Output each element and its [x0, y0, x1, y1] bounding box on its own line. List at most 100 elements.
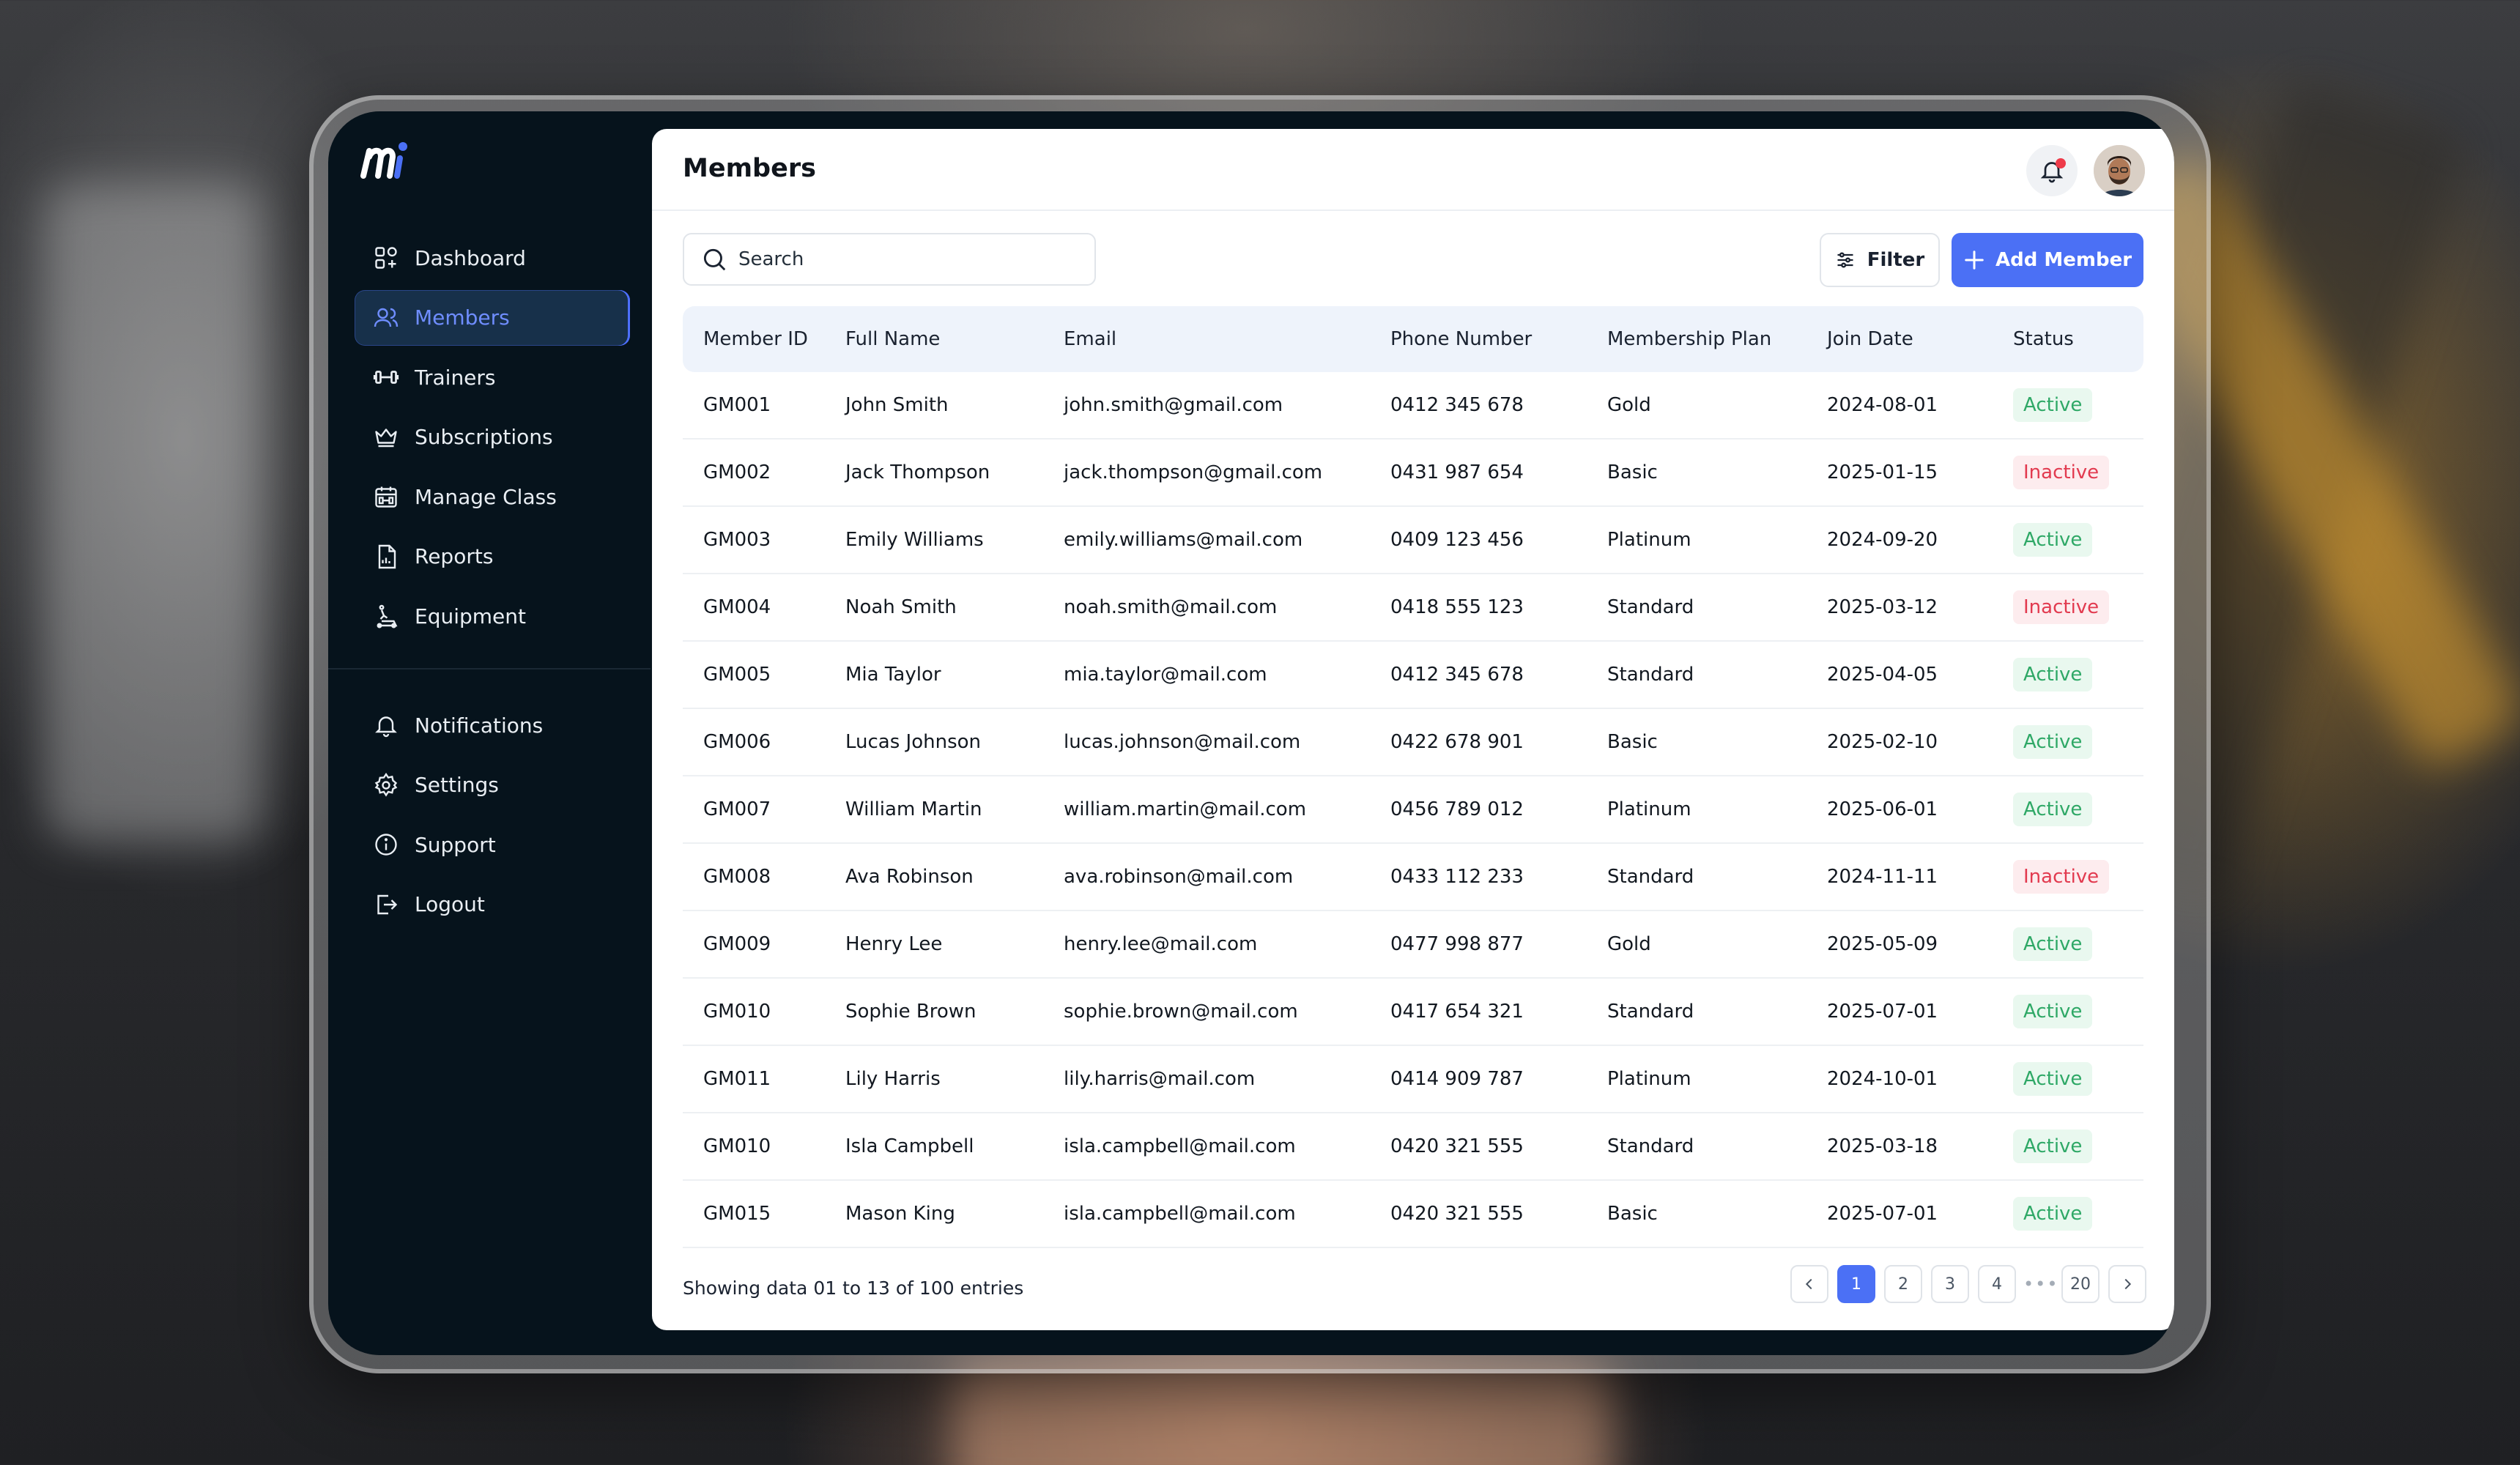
sidebar-item-subscriptions[interactable]: Subscriptions	[355, 409, 630, 465]
sidebar-item-trainers[interactable]: Trainers	[355, 349, 630, 405]
column-header-email[interactable]: Email	[1064, 328, 1390, 350]
dashboard-icon	[372, 244, 400, 272]
column-header-member-id[interactable]: Member ID	[683, 328, 845, 350]
column-header-join-date[interactable]: Join Date	[1827, 328, 2013, 350]
add-member-button[interactable]: Add Member	[1952, 233, 2143, 287]
column-header-status[interactable]: Status	[2013, 328, 2143, 350]
sidebar-item-label: Support	[415, 832, 496, 857]
plan-cell: Standard	[1607, 866, 1694, 888]
join-date-cell: 2025-01-15	[1827, 461, 1938, 483]
sidebar-item-notifications[interactable]: Notifications	[355, 697, 630, 753]
sidebar: Dashboard Members Trainers Subscriptions	[328, 111, 651, 1355]
pagination: 1 2 3 4 ••• 20	[1790, 1264, 2146, 1304]
member-id-cell: GM011	[703, 1068, 771, 1090]
plan-cell: Gold	[1607, 394, 1651, 416]
table-row[interactable]: GM010 Sophie Brown sophie.brown@mail.com 04…	[683, 979, 2143, 1046]
entries-summary: Showing data 01 to 13 of 100 entries	[683, 1277, 1024, 1299]
search-field[interactable]	[683, 233, 1096, 286]
member-id-cell: GM010	[703, 1001, 771, 1023]
table-row[interactable]: GM009 Henry Lee henry.lee@mail.com 0477 998…	[683, 911, 2143, 979]
table-row[interactable]: GM006 Lucas Johnson lucas.johnson@mail.com…	[683, 709, 2143, 776]
table-row[interactable]: GM007 William Martin william.martin@mail.c…	[683, 776, 2143, 844]
page-button-2[interactable]: 2	[1884, 1265, 1922, 1303]
sidebar-item-support[interactable]: Support	[355, 817, 630, 872]
table-body: GM001 John Smith john.smith@gmail.com 0412 …	[683, 372, 2143, 1248]
status-cell: Active	[2013, 927, 2143, 961]
sidebar-item-label: Subscriptions	[415, 425, 553, 450]
chevron-left-icon	[1805, 1278, 1812, 1290]
email-cell: mia.taylor@mail.com	[1064, 664, 1267, 686]
status-cell: Inactive	[2013, 590, 2143, 624]
full-name-cell: Lily Harris	[845, 1068, 941, 1090]
email-cell: isla.campbell@mail.com	[1064, 1203, 1296, 1225]
member-id-cell: GM002	[703, 461, 771, 483]
column-header-plan[interactable]: Membership Plan	[1607, 328, 1827, 350]
phone-cell: 0456 789 012	[1390, 798, 1524, 820]
sidebar-item-label: Trainers	[415, 365, 496, 390]
sidebar-item-dashboard[interactable]: Dashboard	[355, 230, 630, 286]
search-input[interactable]	[738, 248, 1083, 270]
status-cell: Active	[2013, 995, 2143, 1028]
table-row[interactable]: GM008 Ava Robinson ava.robinson@mail.com 04…	[683, 844, 2143, 911]
status-badge: Inactive	[2013, 860, 2110, 894]
notification-button[interactable]	[2026, 145, 2078, 196]
sidebar-item-label: Settings	[415, 773, 499, 798]
sidebar-item-members[interactable]: Members	[355, 289, 630, 346]
join-date-cell: 2024-11-11	[1827, 866, 1938, 888]
status-badge: Active	[2013, 1197, 2093, 1231]
table-row[interactable]: GM011 Lily Harris lily.harris@mail.com 0414…	[683, 1046, 2143, 1113]
info-icon	[372, 831, 400, 858]
sidebar-item-logout[interactable]: Logout	[355, 877, 630, 932]
join-date-cell: 2025-07-01	[1827, 1001, 1938, 1023]
avatar[interactable]	[2094, 145, 2145, 196]
plan-cell: Basic	[1607, 1203, 1658, 1225]
status-badge: Active	[2013, 995, 2093, 1028]
add-member-label: Add Member	[1995, 249, 2132, 271]
gear-icon	[372, 771, 400, 799]
pagination-ellipsis: •••	[2023, 1274, 2059, 1294]
page-button-4[interactable]: 4	[1978, 1265, 2016, 1303]
join-date-cell: 2025-07-01	[1827, 1203, 1938, 1225]
phone-cell: 0420 321 555	[1390, 1203, 1524, 1225]
plan-cell: Platinum	[1607, 1068, 1691, 1090]
members-table: Member ID Full Name Email Phone Number M…	[683, 306, 2143, 1248]
full-name-cell: Sophie Brown	[845, 1001, 976, 1023]
plan-cell: Platinum	[1607, 798, 1691, 820]
prev-page-button[interactable]	[1790, 1265, 1828, 1303]
page-button-3[interactable]: 3	[1931, 1265, 1969, 1303]
sidebar-item-settings[interactable]: Settings	[355, 757, 630, 813]
table-row[interactable]: GM004 Noah Smith noah.smith@mail.com 0418 5…	[683, 574, 2143, 642]
member-id-cell: GM007	[703, 798, 771, 820]
status-badge: Inactive	[2013, 456, 2110, 489]
sidebar-item-label: Dashboard	[415, 245, 526, 270]
member-id-cell: GM001	[703, 394, 771, 416]
status-cell: Active	[2013, 1062, 2143, 1096]
next-page-button[interactable]	[2108, 1265, 2146, 1303]
filter-button[interactable]: Filter	[1820, 233, 1940, 287]
full-name-cell: John Smith	[845, 394, 949, 416]
table-row[interactable]: GM015 Mason King isla.campbell@mail.com 042…	[683, 1181, 2143, 1248]
sidebar-item-reports[interactable]: Reports	[355, 529, 630, 585]
calendar-icon	[372, 483, 400, 511]
join-date-cell: 2025-03-18	[1827, 1135, 1938, 1157]
full-name-cell: Lucas Johnson	[845, 731, 982, 753]
full-name-cell: Emily Williams	[845, 529, 984, 551]
column-header-full-name[interactable]: Full Name	[845, 328, 1064, 350]
email-cell: emily.williams@mail.com	[1064, 529, 1303, 551]
page-button-last[interactable]: 20	[2061, 1265, 2100, 1303]
dumbbell-icon	[372, 363, 400, 391]
members-panel: Members Fi	[652, 129, 2174, 1330]
page-button-1[interactable]: 1	[1837, 1265, 1875, 1303]
column-header-phone[interactable]: Phone Number	[1390, 328, 1607, 350]
table-row[interactable]: GM001 John Smith john.smith@gmail.com 0412 …	[683, 372, 2143, 440]
table-row[interactable]: GM010 Isla Campbell isla.campbell@mail.com…	[683, 1113, 2143, 1181]
app-logo[interactable]	[359, 138, 418, 182]
plan-cell: Standard	[1607, 596, 1694, 618]
member-id-cell: GM009	[703, 933, 771, 955]
sidebar-item-manage-class[interactable]: Manage Class	[355, 469, 630, 524]
table-row[interactable]: GM005 Mia Taylor mia.taylor@mail.com 0412 3…	[683, 642, 2143, 709]
sidebar-item-equipment[interactable]: Equipment	[355, 589, 630, 645]
phone-cell: 0414 909 787	[1390, 1068, 1524, 1090]
table-row[interactable]: GM003 Emily Williams emily.williams@mail.c…	[683, 507, 2143, 574]
table-row[interactable]: GM002 Jack Thompson jack.thompson@gmail.co…	[683, 440, 2143, 507]
